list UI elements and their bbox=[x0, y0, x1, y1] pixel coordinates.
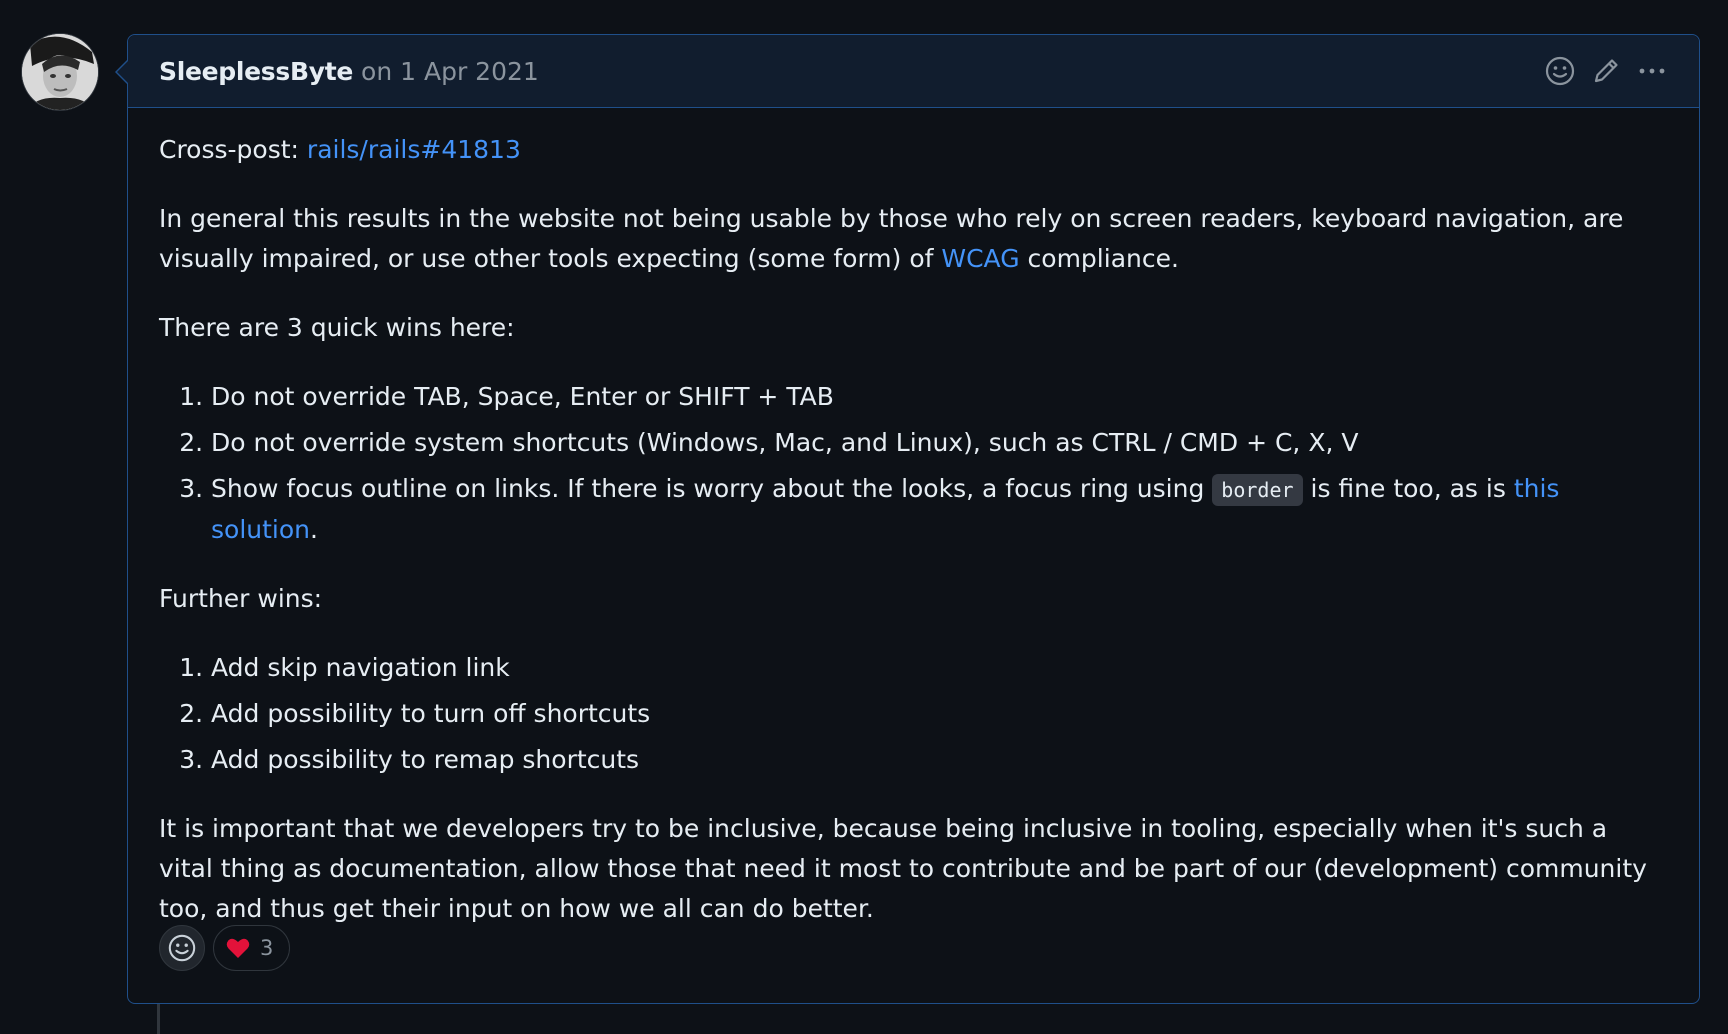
pencil-icon bbox=[1594, 59, 1618, 83]
reactions-bar: 3 bbox=[159, 925, 291, 971]
quick-win3-text-c: . bbox=[310, 515, 318, 544]
intro-text-a: In general this results in the website n… bbox=[159, 204, 1624, 273]
add-reaction-footer-button[interactable] bbox=[159, 925, 205, 971]
heart-reaction-count: 3 bbox=[260, 936, 274, 960]
further-wins-heading: Further wins: bbox=[159, 584, 323, 613]
crosspost-link[interactable]: rails/rails#41813 bbox=[307, 135, 521, 164]
quick-wins-heading: There are 3 quick wins here: bbox=[159, 313, 515, 342]
list-item: Add possibility to turn off shortcuts bbox=[211, 694, 1668, 734]
avatar-image bbox=[22, 34, 98, 110]
edit-button[interactable] bbox=[1590, 55, 1622, 87]
further-wins-list: Add skip navigation link Add possibility… bbox=[159, 648, 1668, 780]
heart-reaction-button[interactable]: 3 bbox=[213, 925, 291, 971]
more-options-button[interactable] bbox=[1636, 55, 1668, 87]
comment-body: Cross-post: rails/rails#41813 In general… bbox=[128, 108, 1699, 929]
list-item: Do not override system shortcuts (Window… bbox=[211, 423, 1668, 463]
crosspost-paragraph: Cross-post: rails/rails#41813 bbox=[159, 130, 1668, 170]
smiley-icon bbox=[1545, 56, 1575, 86]
comment-header: SleeplessByte on 1 Apr 2021 bbox=[115, 35, 1699, 108]
inline-code: border bbox=[1212, 474, 1303, 506]
header-actions bbox=[1544, 55, 1668, 87]
comment-date[interactable]: on 1 Apr 2021 bbox=[361, 57, 539, 86]
add-reaction-button[interactable] bbox=[1544, 55, 1576, 87]
intro-paragraph: In general this results in the website n… bbox=[159, 199, 1668, 279]
list-item: Add skip navigation link bbox=[211, 648, 1668, 688]
smiley-icon bbox=[168, 934, 196, 962]
timeline-line bbox=[157, 1000, 160, 1034]
comment-caret bbox=[115, 59, 129, 85]
quick-win3-text-a: Show focus outline on links. If there is… bbox=[211, 474, 1213, 503]
list-item: Do not override TAB, Space, Enter or SHI… bbox=[211, 377, 1668, 417]
quick-win3-text-b: is fine too, as is bbox=[1302, 474, 1514, 503]
avatar[interactable] bbox=[22, 34, 98, 110]
page: SleeplessByte on 1 Apr 2021 Cross-post: … bbox=[0, 0, 1728, 1034]
quick-wins-list: Do not override TAB, Space, Enter or SHI… bbox=[159, 377, 1668, 550]
closing-paragraph: It is important that we developers try t… bbox=[159, 814, 1647, 923]
kebab-menu-icon bbox=[1639, 68, 1665, 74]
list-item: Show focus outline on links. If there is… bbox=[211, 469, 1668, 550]
heart-icon bbox=[226, 938, 250, 958]
wcag-link[interactable]: WCAG bbox=[941, 244, 1019, 273]
list-item: Add possibility to remap shortcuts bbox=[211, 740, 1668, 780]
crosspost-prefix: Cross-post: bbox=[159, 135, 307, 164]
comment-card: SleeplessByte on 1 Apr 2021 Cross-post: … bbox=[115, 34, 1700, 1004]
author-name[interactable]: SleeplessByte bbox=[159, 57, 353, 86]
intro-text-b: compliance. bbox=[1019, 244, 1179, 273]
